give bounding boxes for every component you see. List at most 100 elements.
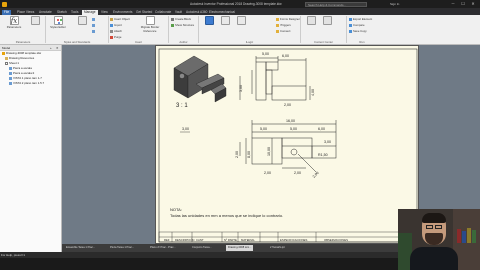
tb-material: MATERIAL	[241, 238, 255, 242]
import-button[interactable]: Import	[110, 23, 122, 27]
doc-tab-1[interactable]: Ensamble Tarea 1 Prac...	[64, 245, 97, 251]
dim-top-a: 5,00	[262, 52, 269, 56]
export-element-button[interactable]: Export Element	[349, 17, 372, 21]
parameters-button[interactable]: fx Parameters	[3, 16, 25, 29]
save-copy-button[interactable]: Save Copy	[349, 29, 367, 33]
tree-item-label: VISTA 2 plano tam 1.5.7	[13, 81, 45, 85]
dim-front-height: 2,00	[235, 151, 239, 158]
doc-tab-2[interactable]: Pieza Tarea 1 Prac...	[108, 245, 136, 251]
styles-small-3[interactable]	[92, 29, 96, 33]
trigger-icon	[276, 23, 279, 27]
forms-icon	[276, 17, 279, 21]
tree-item-label: Drawing-3008 template.idw	[6, 51, 42, 55]
group-separator	[300, 16, 301, 43]
isometric-view[interactable]	[173, 55, 227, 103]
forms-label: Forms Designer	[280, 17, 300, 21]
dim-section: 3,00	[182, 127, 189, 131]
connect-label: Connect	[280, 29, 291, 33]
dim-top-base: 2,00	[284, 103, 291, 107]
migrate-border-label: Migrate Border Reference	[140, 25, 160, 33]
connect-button[interactable]: Connect	[276, 29, 290, 33]
styles-small-2[interactable]	[92, 23, 96, 27]
dim-front-hole: R1,50	[318, 153, 328, 157]
dim-front-a: 5,00	[260, 127, 267, 131]
doc-tab-6[interactable]: 2 Tamaño.ipt	[268, 245, 287, 251]
tab-annotate[interactable]: Annotate	[37, 10, 54, 15]
show-structure-button[interactable]: Show Structure	[171, 23, 194, 27]
minimize-button[interactable]: ─	[448, 1, 458, 7]
style-icon	[92, 29, 95, 33]
compare-button[interactable]: Compare	[349, 23, 365, 27]
dim-top-b: 6,00	[282, 54, 289, 58]
view-icon	[9, 81, 12, 85]
tb-specs: ESPECIFICACIONES	[280, 238, 307, 242]
itriggers-button[interactable]: iTriggers	[276, 23, 291, 27]
tab-get-started[interactable]: Get Started	[134, 10, 154, 15]
ribbon-panel: fx Parameters Styles Editor Insert Objec…	[0, 15, 480, 45]
tab-manage[interactable]: Manage	[82, 9, 98, 15]
connect-icon	[276, 29, 279, 33]
attach-button[interactable]: Attach	[110, 29, 122, 33]
export-element-label: Export Element	[353, 17, 373, 21]
dim-top-left: 3,00	[239, 85, 243, 92]
styles-small-1[interactable]	[92, 17, 96, 21]
ilogic-rule-button[interactable]	[202, 16, 216, 25]
create-block-label: Create Block	[175, 17, 192, 21]
tab-electromechanical[interactable]: Electromechanical	[207, 10, 237, 15]
help-search-input[interactable]: Search Help & Commands...	[305, 1, 367, 7]
styles-editor-button[interactable]: Styles Editor	[47, 16, 69, 29]
update-icon	[77, 16, 87, 25]
tab-place-views[interactable]: Place Views	[15, 10, 36, 15]
tb-desc: DESCRIPCIÓN	[175, 237, 194, 242]
dim-front-mid: 10,00	[267, 147, 271, 156]
dim-front-bot-c: 2,00	[264, 171, 271, 175]
folder-icon	[5, 56, 8, 60]
styles-editor-icon	[53, 16, 63, 25]
inventor-logo-icon[interactable]	[2, 1, 7, 7]
add-rule-button[interactable]	[26, 16, 44, 25]
content-center-2-button[interactable]	[320, 16, 334, 25]
tree-item-label: Pieza a escala	[13, 66, 32, 70]
migrate-border-button[interactable]: Migrate Border Reference	[135, 16, 165, 33]
forms-designer-button[interactable]: Forms Designer	[276, 17, 300, 21]
attach-icon	[110, 29, 113, 33]
group-label-content-center: Content Center	[314, 40, 333, 44]
view-icon	[9, 66, 12, 70]
tb-qty: CANT	[196, 238, 204, 242]
maximize-button[interactable]: ☐	[458, 1, 468, 7]
group-label-ilogic: iLogic	[245, 40, 254, 44]
tab-vault[interactable]: Vault	[173, 10, 184, 15]
close-button[interactable]: ✕	[468, 1, 478, 7]
event-triggers-button[interactable]	[234, 16, 248, 25]
drawing-sheet[interactable]: 3 : 1 5,00 6,00 4,00 3,00 2,00 3,00 16,0…	[155, 45, 419, 244]
create-block-button[interactable]: Create Block	[171, 17, 191, 21]
drawing-icon	[2, 51, 5, 55]
top-view[interactable]	[239, 56, 311, 101]
tree-item-view-4[interactable]: VISTA 2 plano tam 1.5.7	[0, 81, 61, 86]
doc-tab-active[interactable]: Drawing-3008 tem...	[226, 245, 254, 251]
tab-view[interactable]: View	[99, 10, 110, 15]
group-label-styles: Styles and Standards	[63, 40, 91, 44]
tab-tools[interactable]: Tools	[69, 10, 80, 15]
tab-file[interactable]: File	[2, 9, 12, 15]
tab-environments[interactable]: Environments	[111, 10, 135, 15]
purge-button[interactable]: Purge	[110, 35, 121, 39]
ilogic-browser-button[interactable]	[218, 16, 232, 25]
tab-collaborate[interactable]: Collaborate	[153, 10, 173, 15]
status-text: For Help, press F1	[1, 253, 25, 257]
doc-tab-3[interactable]: Plano 2ª Prac - Prac...	[148, 245, 178, 251]
group-label-parameters: Parameters	[15, 40, 31, 44]
sheet-icon	[5, 61, 8, 65]
browser-title: Model	[2, 46, 11, 50]
insert-object-button[interactable]: Insert Object	[110, 17, 130, 21]
content-center-button[interactable]	[304, 16, 318, 25]
update-mass-button[interactable]	[72, 16, 92, 25]
tab-a360[interactable]: Autodesk A360	[184, 10, 209, 15]
view-icon	[9, 76, 12, 80]
ilogic-icon	[204, 16, 214, 25]
content-center-2-icon	[322, 16, 332, 25]
tab-sketch[interactable]: Sketch	[55, 10, 69, 15]
group-separator	[198, 16, 199, 43]
doc-tab-4[interactable]: Conjunto Tarea...	[190, 245, 214, 251]
sign-in-link[interactable]: Sign In	[390, 2, 399, 6]
